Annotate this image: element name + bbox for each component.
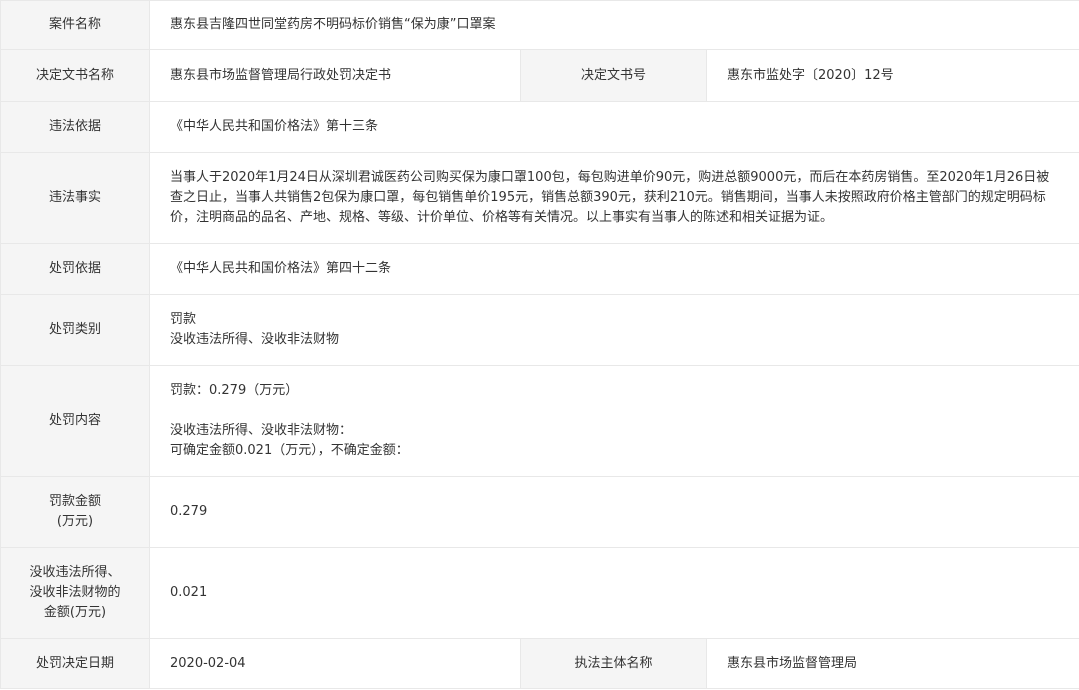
fine-amount-value: 0.279	[148, 476, 1079, 548]
row-penalty-type: 处罚类别 罚款 没收违法所得、没收非法财物	[0, 294, 1079, 366]
penalty-content-label: 处罚内容	[0, 365, 150, 477]
confiscation-amount-value: 0.021	[148, 547, 1079, 639]
penalty-basis-label: 处罚依据	[0, 243, 150, 295]
row-case-name: 案件名称 惠东县吉隆四世同堂药房不明码标价销售“保为康”口罩案	[0, 0, 1079, 50]
confiscation-amount-label-line2: 没收非法财物的	[29, 585, 121, 600]
row-decision-document: 决定文书名称 惠东县市场监督管理局行政处罚决定书 决定文书号 惠东市监处字〔20…	[0, 49, 1079, 102]
confiscation-amount-label: 没收违法所得、 没收非法财物的 金额(万元)	[0, 547, 150, 639]
row-fine-amount: 罚款金额 (万元) 0.279	[0, 476, 1079, 548]
decision-doc-number-value: 惠东市监处字〔2020〕12号	[705, 49, 1079, 102]
row-confiscation-amount: 没收违法所得、 没收非法财物的 金额(万元) 0.021	[0, 547, 1079, 639]
penalty-content-spacer	[170, 401, 1059, 421]
violation-facts-label: 违法事实	[0, 152, 150, 244]
fine-amount-label: 罚款金额 (万元)	[0, 476, 150, 548]
penalty-content-confiscation: 没收违法所得、没收非法财物：	[170, 423, 353, 438]
penalty-basis-value: 《中华人民共和国价格法》第四十二条	[148, 243, 1079, 295]
row-violation-basis: 违法依据 《中华人民共和国价格法》第十三条	[0, 101, 1079, 153]
penalty-content-fine: 罚款：0.279（万元）	[170, 383, 299, 398]
penalty-type-value: 罚款 没收违法所得、没收非法财物	[148, 294, 1079, 366]
decision-date-label: 处罚决定日期	[0, 638, 150, 689]
enforcement-agency-value: 惠东县市场监督管理局	[705, 638, 1079, 689]
fine-amount-label-unit: (万元)	[56, 514, 94, 529]
penalty-content-value: 罚款：0.279（万元） 没收违法所得、没收非法财物： 可确定金额0.021（万…	[148, 365, 1079, 477]
violation-facts-value: 当事人于2020年1月24日从深圳君诚医药公司购买保为康口罩100包，每包购进单…	[148, 152, 1079, 244]
row-violation-facts: 违法事实 当事人于2020年1月24日从深圳君诚医药公司购买保为康口罩100包，…	[0, 152, 1079, 244]
case-name-label: 案件名称	[0, 0, 150, 50]
enforcement-agency-label: 执法主体名称	[520, 638, 707, 689]
fine-amount-label-main: 罚款金额	[48, 494, 101, 509]
case-name-value: 惠东县吉隆四世同堂药房不明码标价销售“保为康”口罩案	[148, 0, 1079, 50]
decision-doc-number-label: 决定文书号	[520, 49, 707, 102]
penalty-type-label: 处罚类别	[0, 294, 150, 366]
penalty-type-confiscation: 没收违法所得、没收非法财物	[170, 332, 340, 347]
penalty-type-fine: 罚款	[170, 312, 197, 327]
decision-doc-name-label: 决定文书名称	[0, 49, 150, 102]
penalty-content-amounts: 可确定金额0.021（万元），不确定金额：	[170, 443, 409, 458]
violation-basis-label: 违法依据	[0, 101, 150, 153]
decision-doc-name-value: 惠东县市场监督管理局行政处罚决定书	[149, 49, 521, 102]
confiscation-amount-label-line1: 没收违法所得、	[29, 565, 121, 580]
decision-date-value: 2020-02-04	[149, 638, 521, 689]
row-penalty-content: 处罚内容 罚款：0.279（万元） 没收违法所得、没收非法财物： 可确定金额0.…	[0, 365, 1079, 477]
row-decision-date: 处罚决定日期 2020-02-04 执法主体名称 惠东县市场监督管理局	[0, 638, 1079, 689]
penalty-record-table: 案件名称 惠东县吉隆四世同堂药房不明码标价销售“保为康”口罩案 决定文书名称 惠…	[0, 0, 1079, 689]
row-penalty-basis: 处罚依据 《中华人民共和国价格法》第四十二条	[0, 243, 1079, 295]
violation-basis-value: 《中华人民共和国价格法》第十三条	[148, 101, 1079, 153]
confiscation-amount-label-line3: 金额(万元)	[43, 605, 107, 620]
